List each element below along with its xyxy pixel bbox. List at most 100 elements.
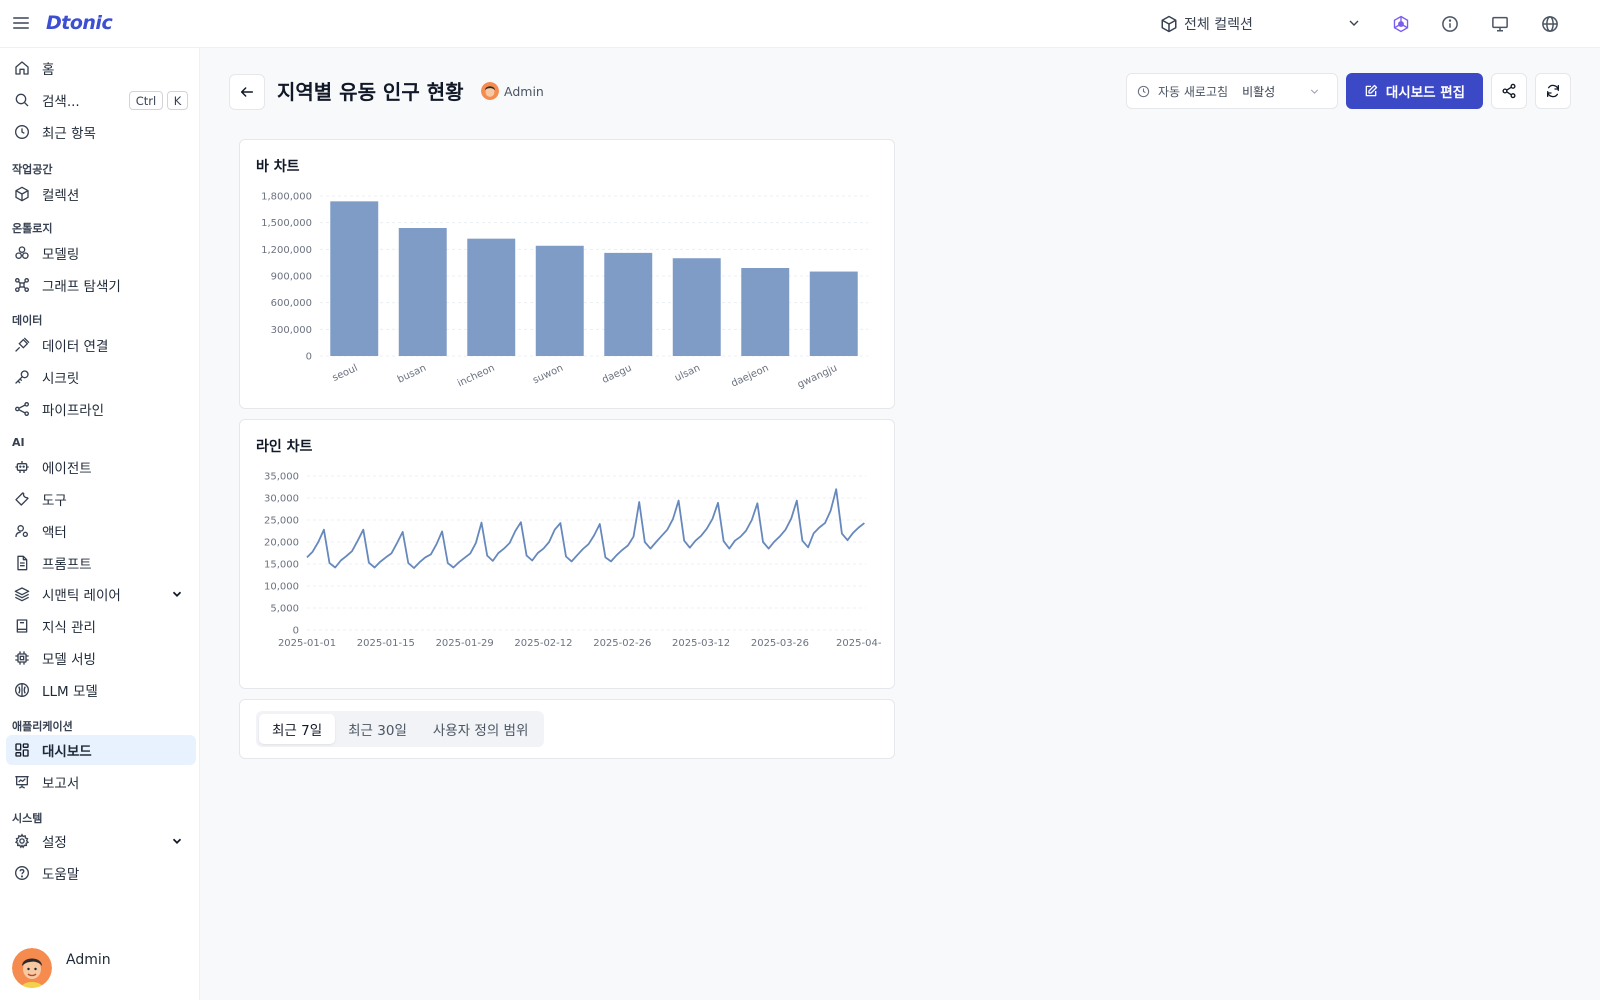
bar[interactable] xyxy=(398,228,447,356)
cube-icon xyxy=(1161,15,1177,33)
sidebar-item-modeling[interactable]: 모델링 xyxy=(6,238,196,268)
globe-icon[interactable] xyxy=(1539,13,1561,35)
menu-icon[interactable] xyxy=(12,14,30,32)
sidebar-item-llm-models[interactable]: LLM 모델 xyxy=(6,675,196,705)
home-icon xyxy=(15,61,29,75)
bar[interactable] xyxy=(535,245,584,356)
x-tick-label: daegu xyxy=(600,363,633,386)
section-label-workspace: 작업공간 xyxy=(12,163,53,176)
sidebar-item-label: 설정 xyxy=(42,835,67,851)
top-bar: Dtonic 전체 컬렉션 xyxy=(0,0,1600,48)
date-range-tab[interactable]: 사용자 정의 범위 xyxy=(420,714,542,744)
gear-icon xyxy=(14,833,30,849)
info-icon[interactable] xyxy=(1439,13,1461,35)
y-tick-label: 30,000 xyxy=(264,494,299,505)
collection-select-label: 전체 컬렉션 xyxy=(1184,17,1253,33)
sidebar-item-secrets[interactable]: 시크릿 xyxy=(6,362,196,392)
sidebar-item-collections[interactable]: 컬렉션 xyxy=(6,179,196,209)
sidebar-item-actors[interactable]: 액터 xyxy=(6,516,196,546)
sidebar-item-reports[interactable]: 보고서 xyxy=(6,767,196,797)
sidebar-item-model-serving[interactable]: 모델 서빙 xyxy=(6,643,196,673)
page-title: 지역별 유동 인구 현황 xyxy=(277,80,464,104)
sidebar-item-prompts[interactable]: 프롬프트 xyxy=(6,548,196,578)
user-profile[interactable]: Admin xyxy=(12,948,111,988)
sidebar-item-tools[interactable]: 도구 xyxy=(6,484,196,514)
sidebar-item-help[interactable]: 도움말 xyxy=(6,858,196,888)
x-tick-label: gwangju xyxy=(796,363,839,391)
robot-icon xyxy=(15,461,29,473)
sidebar-item-label: 검색... xyxy=(42,94,80,110)
sidebar-item-label: 홈 xyxy=(42,62,55,78)
chevron-down-icon xyxy=(172,591,182,597)
chevron-down-icon xyxy=(1349,20,1359,26)
section-label-system: 시스템 xyxy=(12,812,43,825)
share-button[interactable] xyxy=(1491,73,1527,109)
auto-refresh-select[interactable]: 자동 새로고침 비활성 xyxy=(1126,73,1338,109)
share-icon xyxy=(1502,83,1516,99)
sidebar-item-home[interactable]: 홈 xyxy=(6,53,196,83)
sidebar-item-dashboards[interactable]: 대시보드 xyxy=(6,735,196,765)
sidebar-item-label: LLM 모델 xyxy=(42,684,98,700)
y-tick-label: 5,000 xyxy=(270,604,299,615)
clock-icon xyxy=(15,125,29,139)
sidebar-item-settings[interactable]: 설정 xyxy=(6,826,196,856)
dashboard-owner: Admin xyxy=(481,82,544,100)
graph-explorer-icon xyxy=(15,278,29,292)
shortcut-k-key: K xyxy=(167,91,188,110)
sidebar-item-label: 액터 xyxy=(42,525,67,541)
date-range-tab[interactable]: 최근 30일 xyxy=(335,714,420,744)
y-tick-label: 10,000 xyxy=(264,582,299,593)
monitor-icon[interactable] xyxy=(1489,13,1511,35)
y-tick-label: 0 xyxy=(306,352,312,363)
date-range-tab[interactable]: 최근 7일 xyxy=(259,714,336,744)
sidebar-item-label: 데이터 연결 xyxy=(42,339,109,355)
collection-select[interactable]: 전체 컬렉션 xyxy=(1160,10,1364,38)
share-nodes-icon xyxy=(15,402,29,416)
brain-icon xyxy=(15,683,29,697)
wrench-icon xyxy=(15,492,29,506)
auto-refresh-label: 자동 새로고침 xyxy=(1158,84,1229,99)
x-tick-label: daejeon xyxy=(730,363,771,390)
sidebar-item-pipelines[interactable]: 파이프라인 xyxy=(6,394,196,424)
bar[interactable] xyxy=(809,271,858,356)
x-tick-label: 2025-01-15 xyxy=(357,638,415,649)
refresh-icon xyxy=(1547,84,1559,98)
user-name: Admin xyxy=(66,952,111,968)
line-series[interactable] xyxy=(306,488,865,569)
x-tick-label: incheon xyxy=(456,363,497,390)
bar-chart: 0 300,000 600,000 900,000 1,200,000 1,500,000… xyxy=(261,192,868,391)
sidebar-item-recent[interactable]: 최근 항목 xyxy=(6,117,196,147)
bar[interactable] xyxy=(672,258,721,356)
bar[interactable] xyxy=(741,268,790,356)
date-range-tabs: 최근 7일 최근 30일 사용자 정의 범위 xyxy=(256,711,545,747)
avatar xyxy=(12,948,52,988)
y-tick-label: 35,000 xyxy=(264,472,299,483)
bar-chart-card: 바 차트 0 300,000 600,000 900,000 1,200,000 1,50… xyxy=(239,139,895,409)
x-tick-label: 2025-03-12 xyxy=(672,638,730,649)
sidebar-item-label: 컬렉션 xyxy=(42,188,80,204)
plug-icon xyxy=(15,337,30,352)
back-button[interactable] xyxy=(229,74,265,110)
refresh-button[interactable] xyxy=(1535,73,1571,109)
sidebar-item-agents[interactable]: 에이전트 xyxy=(6,452,196,482)
x-tick-label: 2025-03-26 xyxy=(751,638,809,649)
bar[interactable] xyxy=(467,238,516,356)
bar[interactable] xyxy=(330,201,379,356)
sidebar-item-knowledge[interactable]: 지식 관리 xyxy=(6,611,196,641)
sidebar-item-label: 에이전트 xyxy=(42,461,92,477)
sidebar-item-graph-explorer[interactable]: 그래프 탐색기 xyxy=(6,270,196,300)
brand-logo[interactable]: Dtonic xyxy=(46,12,113,34)
sidebar-item-semantic-layer[interactable]: 시맨틱 레이어 xyxy=(6,579,196,609)
sidebar-item-data-connections[interactable]: 데이터 연결 xyxy=(6,330,196,360)
bar[interactable] xyxy=(604,252,653,356)
book-icon xyxy=(16,619,28,633)
y-tick-label: 1,200,000 xyxy=(261,245,312,256)
pencil-icon xyxy=(1365,84,1378,97)
x-tick-label: 2025-04- xyxy=(836,638,882,649)
y-tick-label: 900,000 xyxy=(271,272,312,283)
dashboard-icon xyxy=(15,743,29,757)
edit-dashboard-button[interactable]: 대시보드 편집 xyxy=(1346,73,1483,109)
graph-logo-icon[interactable] xyxy=(1390,13,1412,35)
x-tick-label: seoul xyxy=(331,363,360,384)
sidebar-item-search[interactable]: 검색... Ctrl K xyxy=(6,85,196,115)
